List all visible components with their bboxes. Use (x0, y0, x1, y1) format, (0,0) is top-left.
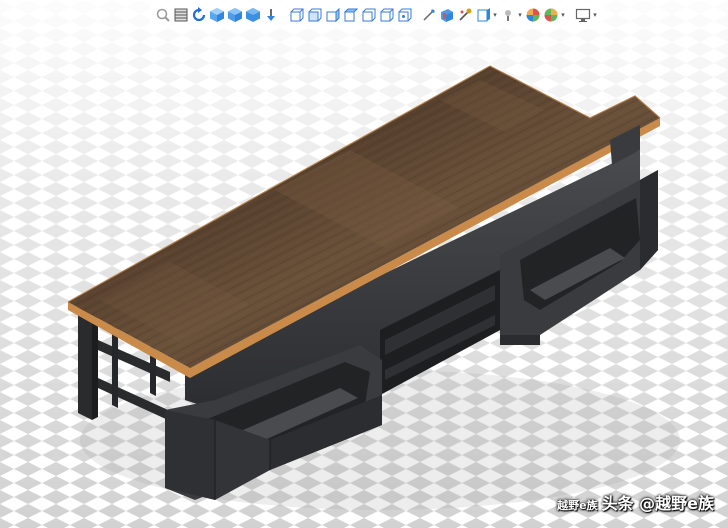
scene-icon (544, 8, 557, 22)
normal-to-button[interactable] (395, 5, 412, 25)
back-view-icon (308, 8, 321, 22)
top-view-icon (362, 8, 375, 22)
view-settings-icon (458, 8, 471, 21)
section-view-icon (209, 8, 224, 22)
view-settings-button[interactable] (456, 5, 473, 25)
shaded-edges-button[interactable] (474, 5, 491, 25)
watermark-main-text: 头条 @越野e族 (601, 494, 714, 513)
appearances-button[interactable] (524, 5, 541, 25)
watermark: 越野e族 头条 @越野e族 (557, 490, 714, 514)
display-style-icon (245, 8, 260, 22)
lights-button[interactable] (499, 5, 516, 25)
zoom-to-fit-button[interactable] (154, 5, 171, 25)
back-view-button[interactable] (305, 5, 322, 25)
scene-button[interactable] (542, 5, 559, 25)
apply-scene-icon (440, 9, 453, 22)
apply-scene-button[interactable] (438, 5, 455, 25)
checker-floor (0, 0, 728, 528)
shaded-edges-dropdown[interactable]: ▾ (492, 5, 498, 25)
right-view-icon (343, 8, 358, 22)
zoom-to-area-icon (174, 8, 187, 22)
hide-show-items-icon (266, 9, 275, 21)
scene-dropdown[interactable]: ▾ (560, 5, 566, 25)
edit-appearance-icon (422, 9, 435, 21)
display-monitor-button[interactable] (574, 5, 591, 25)
front-view-button[interactable] (287, 5, 304, 25)
shaded-edges-icon (477, 8, 490, 22)
section-view-button[interactable] (208, 5, 225, 25)
left-view-button[interactable] (323, 5, 340, 25)
display-style-button[interactable] (244, 5, 261, 25)
appearances-icon (526, 8, 539, 22)
edit-appearance-button[interactable] (420, 5, 437, 25)
front-view-icon (290, 8, 303, 22)
lights-icon (504, 10, 511, 21)
watermark-small-text: 越野e族 (557, 499, 598, 512)
previous-view-button[interactable] (190, 5, 207, 25)
bottom-view-button[interactable] (377, 5, 394, 25)
bottom-view-icon (380, 8, 393, 22)
normal-to-icon (398, 8, 411, 22)
previous-view-icon (192, 7, 205, 22)
hide-show-items-button[interactable] (262, 5, 279, 25)
top-view-button[interactable] (359, 5, 376, 25)
view-orientation-icon (227, 8, 242, 22)
zoom-to-area-button[interactable] (172, 5, 189, 25)
zoom-to-fit-icon (156, 8, 170, 22)
lights-dropdown[interactable]: ▾ (517, 5, 523, 25)
display-monitor-dropdown[interactable]: ▾ (592, 5, 598, 25)
heads-up-view-toolbar: ▾ ▾ ▾ ▾ (150, 2, 602, 28)
right-view-button[interactable] (341, 5, 358, 25)
left-view-icon (326, 7, 339, 23)
view-orientation-button[interactable] (226, 5, 243, 25)
graphics-viewport[interactable]: ▾ ▾ ▾ ▾ 越野e族 头条 @越野e族 (0, 0, 728, 528)
display-monitor-icon (575, 8, 590, 22)
